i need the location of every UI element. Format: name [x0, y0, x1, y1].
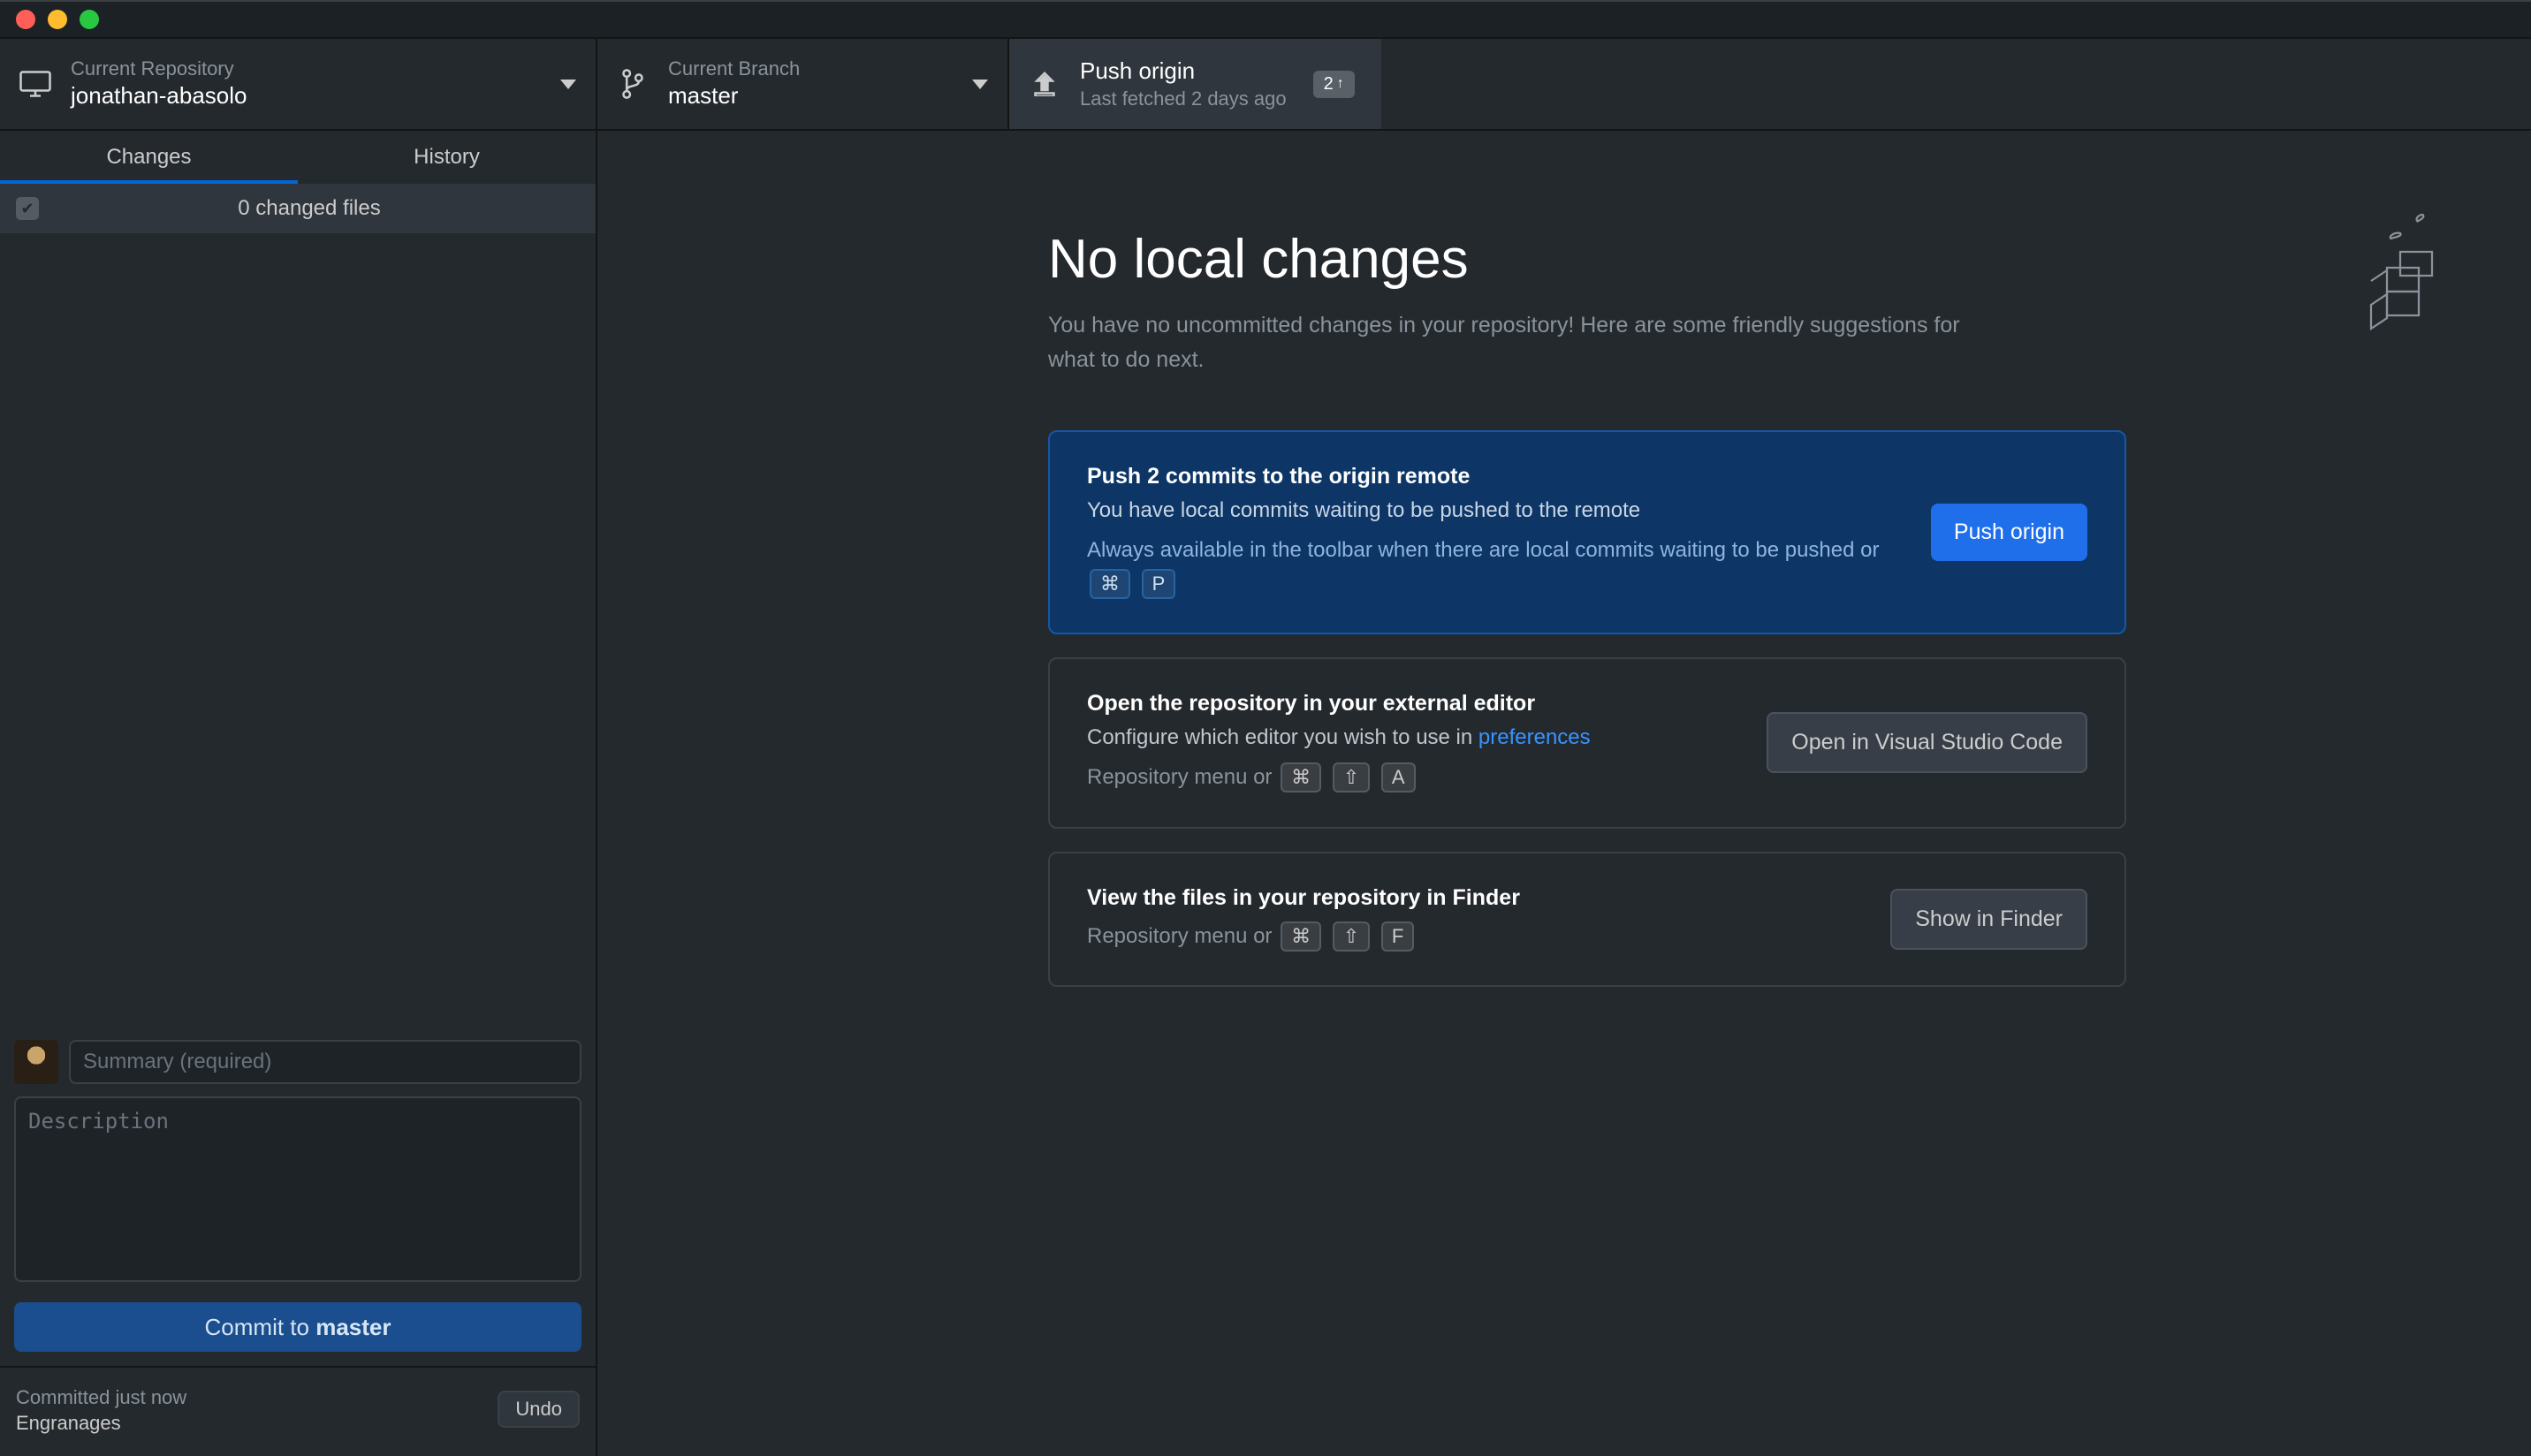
commit-button-prefix: Commit to [205, 1314, 316, 1340]
push-label: Push origin [1080, 57, 1287, 87]
card-title: Push 2 commits to the origin remote [1087, 464, 1904, 489]
card-hint: Repository menu or ⌘ ⇧ F [1087, 920, 1864, 953]
open-editor-card: Open the repository in your external edi… [1048, 657, 2126, 828]
kbd-cmd: ⌘ [1090, 569, 1130, 599]
tab-history[interactable]: History [298, 131, 596, 184]
current-repository-selector[interactable]: Current Repository jonathan-abasolo [0, 39, 597, 129]
preferences-link[interactable]: preferences [1478, 725, 1591, 749]
branch-name: master [668, 81, 963, 111]
titlebar [0, 0, 2531, 39]
card-line: You have local commits waiting to be pus… [1087, 498, 1904, 523]
desktop-icon [19, 71, 51, 97]
card-line: Configure which editor you wish to use i… [1087, 725, 1740, 750]
show-in-finder-card: View the files in your repository in Fin… [1048, 852, 2126, 987]
hero-title: No local changes [1048, 228, 2275, 291]
content: No local changes You have no uncommitted… [597, 131, 2531, 1456]
push-origin-card-button[interactable]: Push origin [1931, 504, 2087, 561]
push-badge-count: 2 [1324, 74, 1334, 95]
show-in-finder-button[interactable]: Show in Finder [1890, 889, 2087, 950]
git-branch-icon [617, 69, 649, 99]
card-title: View the files in your repository in Fin… [1087, 885, 1864, 911]
changes-header: ✔ 0 changed files [0, 184, 596, 233]
kbd-cmd: ⌘ [1281, 921, 1321, 952]
file-list [0, 233, 596, 1026]
undo-line2: Engranages [16, 1412, 498, 1435]
toolbar: Current Repository jonathan-abasolo Curr… [0, 39, 2531, 131]
open-editor-button[interactable]: Open in Visual Studio Code [1767, 712, 2087, 773]
push-badge: 2↑ [1313, 71, 1355, 98]
sidebar-tabs: Changes History [0, 131, 596, 184]
undo-button[interactable]: Undo [498, 1391, 580, 1428]
current-branch-selector[interactable]: Current Branch master [597, 39, 1009, 129]
arrow-up-icon: ↑ [1337, 76, 1344, 92]
commit-form: Commit to master [0, 1026, 596, 1366]
repo-name: jonathan-abasolo [71, 81, 551, 111]
kbd-a: A [1381, 762, 1416, 792]
avatar [14, 1040, 58, 1084]
commit-button-branch: master [315, 1314, 391, 1340]
kbd-cmd: ⌘ [1281, 762, 1321, 792]
main: Changes History ✔ 0 changed files Commit… [0, 131, 2531, 1456]
push-commits-card: Push 2 commits to the origin remote You … [1048, 430, 2126, 635]
sidebar: Changes History ✔ 0 changed files Commit… [0, 131, 597, 1456]
kbd-shift: ⇧ [1333, 762, 1370, 792]
window-maximize-button[interactable] [80, 10, 99, 29]
tab-changes[interactable]: Changes [0, 131, 298, 184]
window-close-button[interactable] [16, 10, 35, 29]
kbd-f: F [1381, 921, 1414, 952]
card-hint: Repository menu or ⌘ ⇧ A [1087, 761, 1740, 794]
card-title: Open the repository in your external edi… [1087, 691, 1740, 717]
window-minimize-button[interactable] [48, 10, 67, 29]
chevron-down-icon [972, 80, 988, 89]
commit-description-input[interactable] [14, 1096, 581, 1282]
illustration-icon [2310, 201, 2443, 334]
commit-summary-input[interactable] [69, 1040, 581, 1084]
upload-icon [1029, 72, 1060, 96]
push-origin-button[interactable]: Push origin Last fetched 2 days ago 2↑ [1009, 39, 1381, 129]
commit-button[interactable]: Commit to master [14, 1302, 581, 1352]
kbd-p: P [1142, 569, 1176, 599]
branch-label: Current Branch [668, 57, 963, 82]
hero-subtitle: You have no uncommitted changes in your … [1048, 308, 1985, 377]
kbd-shift: ⇧ [1333, 921, 1370, 952]
undo-line1: Committed just now [16, 1384, 498, 1412]
repo-label: Current Repository [71, 57, 551, 82]
changed-files-count: 0 changed files [39, 196, 580, 221]
chevron-down-icon [560, 80, 576, 89]
push-subtitle: Last fetched 2 days ago [1080, 87, 1287, 112]
select-all-checkbox[interactable]: ✔ [16, 197, 39, 220]
undo-bar: Committed just now Engranages Undo [0, 1366, 596, 1456]
card-hint: Always available in the toolbar when the… [1087, 534, 1904, 602]
